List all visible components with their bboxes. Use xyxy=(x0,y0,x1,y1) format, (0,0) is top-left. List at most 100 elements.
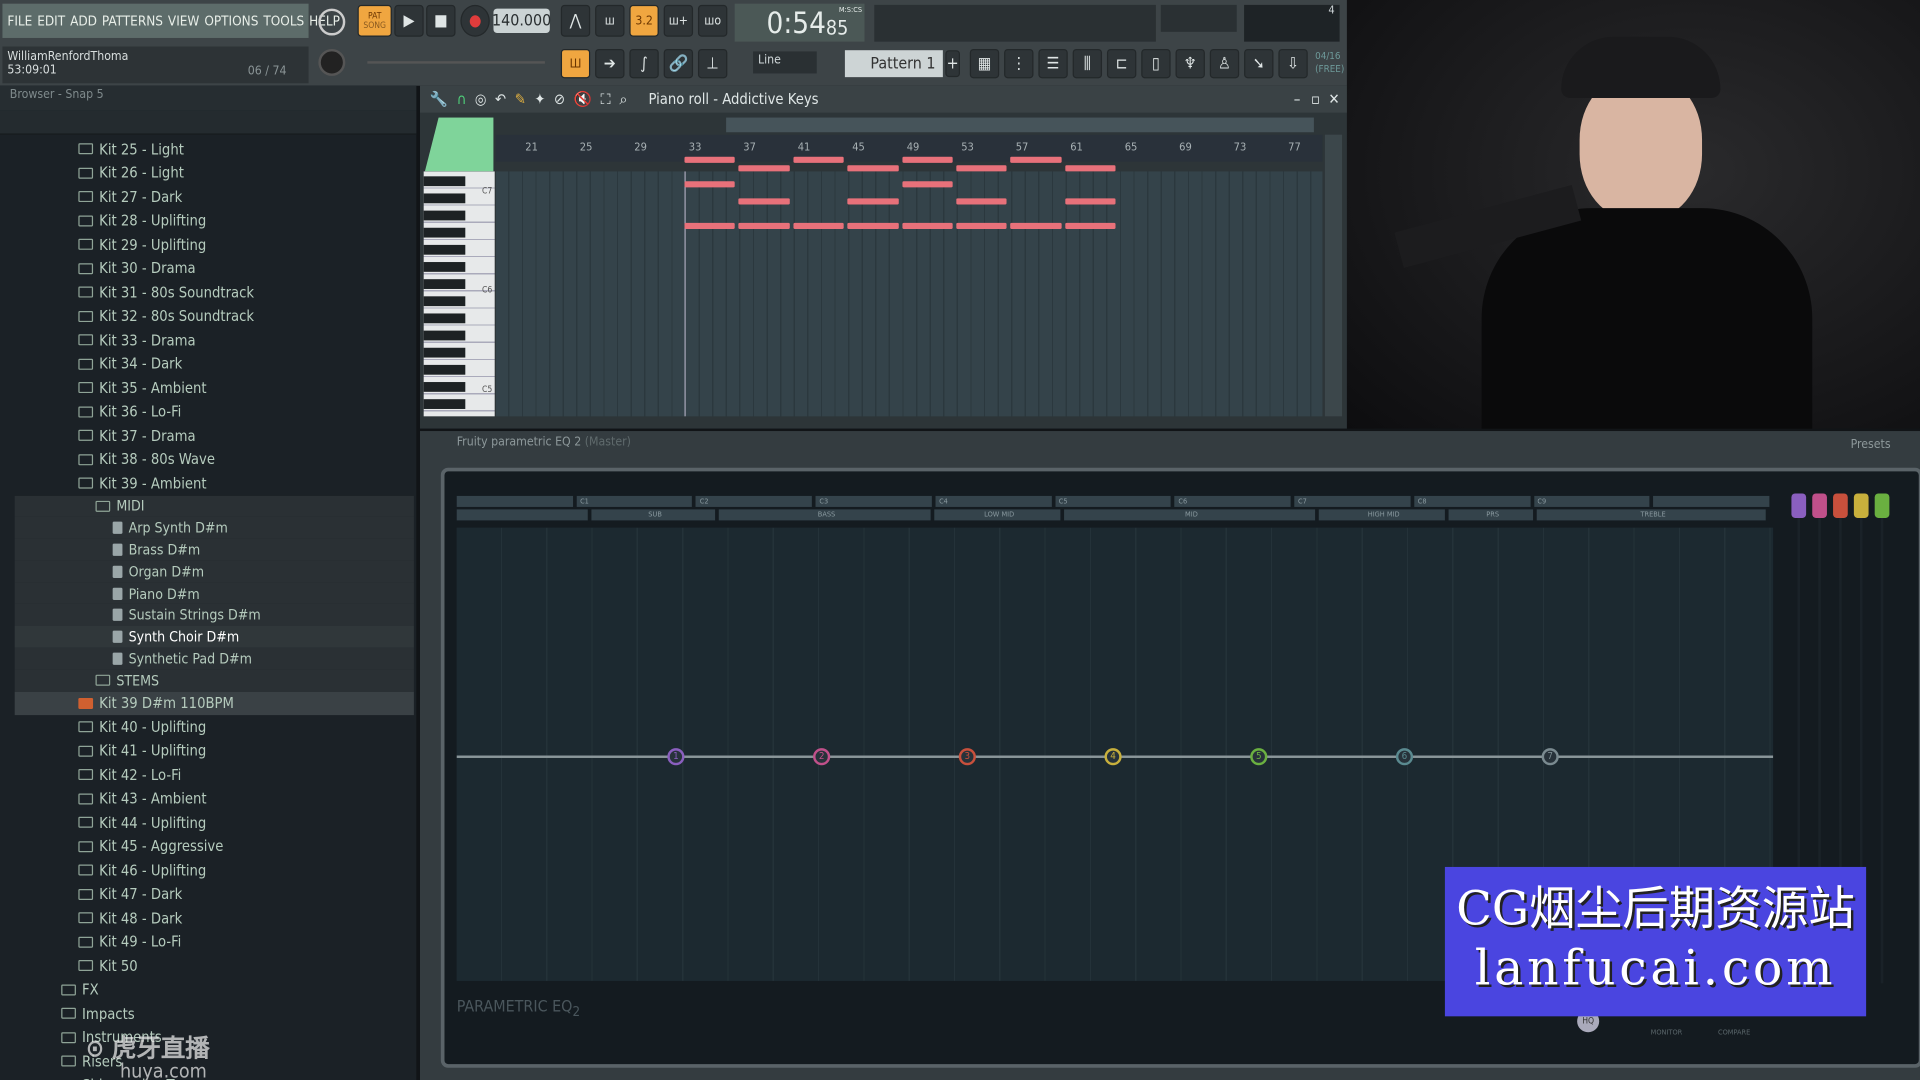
eq-band-handle[interactable]: 1 xyxy=(667,748,685,766)
menu-tools[interactable]: TOOLS xyxy=(263,13,304,29)
browser-item[interactable]: Kit 47 - Dark xyxy=(15,882,414,906)
browser-item[interactable]: Kit 44 - Uplifting xyxy=(15,811,414,835)
compare-label[interactable]: COMPARE xyxy=(1718,1029,1750,1038)
browser-item[interactable]: Kit 49 - Lo-Fi xyxy=(15,930,414,954)
note[interactable] xyxy=(1010,222,1062,229)
black-key[interactable] xyxy=(423,193,466,204)
browser-title[interactable]: Browser - Snap 5 xyxy=(10,88,104,101)
note[interactable] xyxy=(1065,222,1116,229)
eq-band-handle[interactable]: 4 xyxy=(1104,748,1122,766)
black-key[interactable] xyxy=(423,279,466,289)
browser-item[interactable]: Kit 41 - Uplifting xyxy=(15,739,414,763)
browser-item[interactable]: Kit 39 D#m 110BPM xyxy=(14,691,414,716)
note[interactable] xyxy=(847,165,899,172)
play-button[interactable]: ▶ xyxy=(394,4,424,37)
browser-item[interactable]: Kit 28 - Uplifting xyxy=(15,209,414,233)
browser-item[interactable]: Kit 30 - Drama xyxy=(15,257,414,281)
mixer-icon[interactable]: ⫼ xyxy=(1072,48,1103,79)
stamp-icon[interactable]: ⊥ xyxy=(697,48,728,79)
note[interactable] xyxy=(1065,198,1116,205)
download-icon[interactable]: ⇩ xyxy=(1278,48,1308,79)
black-key[interactable] xyxy=(423,382,466,392)
menu-file[interactable]: FILE xyxy=(7,13,32,29)
minimize-icon[interactable]: – xyxy=(1294,91,1301,108)
song-time-display[interactable]: 0:54 85 M:S:CS xyxy=(734,3,865,42)
note[interactable] xyxy=(684,156,736,163)
browser-item[interactable]: Kit 31 - 80s Soundtrack xyxy=(15,280,414,304)
countdown-button[interactable]: 3.2 xyxy=(629,4,659,37)
delete-icon[interactable]: ⊘ xyxy=(554,91,565,108)
browser-item[interactable]: Kit 34 - Dark xyxy=(15,352,414,376)
browser-item[interactable]: Kit 45 - Aggressive xyxy=(15,835,414,859)
browser-item[interactable]: Impacts xyxy=(15,1002,414,1026)
dragon-icon[interactable]: ➘ xyxy=(1244,48,1274,79)
browser-item[interactable]: Kit 43 - Ambient xyxy=(15,787,414,811)
note[interactable] xyxy=(1065,165,1116,172)
band-gain-slider[interactable] xyxy=(1874,493,1890,984)
slider-cap[interactable] xyxy=(1874,493,1890,518)
note[interactable] xyxy=(956,222,1008,229)
add-pattern-button[interactable]: + xyxy=(945,50,961,78)
master-pitch-slider[interactable] xyxy=(367,61,545,64)
black-key[interactable] xyxy=(423,296,466,307)
browser-item[interactable]: Kit 25 - Light xyxy=(15,137,414,161)
overview-scrollbar[interactable] xyxy=(726,117,1314,133)
browser-item[interactable]: Sustain Strings D#m xyxy=(14,604,414,627)
playhead[interactable] xyxy=(684,171,686,417)
pencil-icon[interactable]: ✎ xyxy=(515,91,526,108)
metronome-icon[interactable]: ⋀ xyxy=(560,4,591,37)
menu-edit[interactable]: EDIT xyxy=(37,13,65,29)
blend-notes-icon[interactable]: ш+ xyxy=(663,4,694,37)
browser-item[interactable]: Organ D#m xyxy=(14,560,414,583)
browser-item[interactable]: Kit 27 - Dark xyxy=(15,185,414,209)
eq-band-handle[interactable]: 2 xyxy=(813,748,831,766)
menu-patterns[interactable]: PATTERNS xyxy=(102,13,163,29)
eq-band-handle[interactable]: 7 xyxy=(1541,748,1559,766)
wait-input-icon[interactable]: ш xyxy=(595,4,625,37)
browser-item[interactable]: Kit 46 - Uplifting xyxy=(15,859,414,883)
note[interactable] xyxy=(847,198,899,205)
zoom-icon[interactable]: ⌕ xyxy=(619,90,627,108)
note-grid[interactable] xyxy=(495,156,1323,417)
pattern-selector[interactable]: Pattern 1 xyxy=(844,50,943,78)
black-key[interactable] xyxy=(423,364,466,375)
snap-select[interactable]: Line xyxy=(753,51,817,74)
curve-icon[interactable]: ∫ xyxy=(629,48,659,79)
note[interactable] xyxy=(684,222,736,229)
browser-item[interactable]: FX xyxy=(15,978,414,1002)
black-key[interactable] xyxy=(423,313,466,324)
browser-item[interactable]: MIDI xyxy=(14,495,414,518)
record-button[interactable]: ● xyxy=(460,4,490,37)
step-sequencer-icon[interactable]: ⋮ xyxy=(1004,48,1034,79)
help-figure-icon[interactable]: ♙ xyxy=(1209,48,1240,79)
browser-item[interactable]: Synth Choir D#m xyxy=(14,626,414,648)
presets-button[interactable]: Presets xyxy=(1851,438,1891,451)
piano-roll-icon[interactable]: Ш xyxy=(560,48,591,79)
black-key[interactable] xyxy=(423,347,466,358)
plugin-icon[interactable]: ♆ xyxy=(1175,48,1205,79)
browser-item[interactable]: Arp Synth D#m xyxy=(14,517,414,539)
browser-item[interactable]: Kit 48 - Dark xyxy=(15,906,414,930)
online-news[interactable]: 04/16 (FREE) xyxy=(1315,49,1344,76)
browser-item[interactable]: Kit 42 - Lo-Fi xyxy=(15,763,414,787)
note[interactable] xyxy=(956,165,1008,172)
menu-add[interactable]: ADD xyxy=(70,13,97,29)
browser-item[interactable]: Kit 50 xyxy=(15,954,414,978)
note[interactable] xyxy=(684,181,736,188)
browser-item[interactable]: Kit 38 - 80s Wave xyxy=(15,448,414,472)
magnet-icon[interactable]: ∩ xyxy=(457,91,467,108)
close-icon[interactable]: ✕ xyxy=(1329,91,1340,108)
note[interactable] xyxy=(738,222,790,229)
black-key[interactable] xyxy=(423,227,466,238)
black-key[interactable] xyxy=(423,262,466,272)
browser-item[interactable]: STEMS xyxy=(14,669,414,692)
piano-keyboard[interactable]: C7 C6 C5 xyxy=(423,171,495,417)
record-icon[interactable]: ◎ xyxy=(475,91,487,108)
black-key[interactable] xyxy=(423,210,466,221)
note[interactable] xyxy=(738,165,790,172)
piano-roll-title[interactable]: Piano roll - Addictive Keys xyxy=(648,91,818,108)
browser-icon[interactable]: ⊏ xyxy=(1106,48,1137,79)
note[interactable] xyxy=(847,222,899,229)
browser-item[interactable]: Synthetic Pad D#m xyxy=(14,647,414,670)
playlist-icon[interactable]: ▦ xyxy=(969,48,1000,79)
